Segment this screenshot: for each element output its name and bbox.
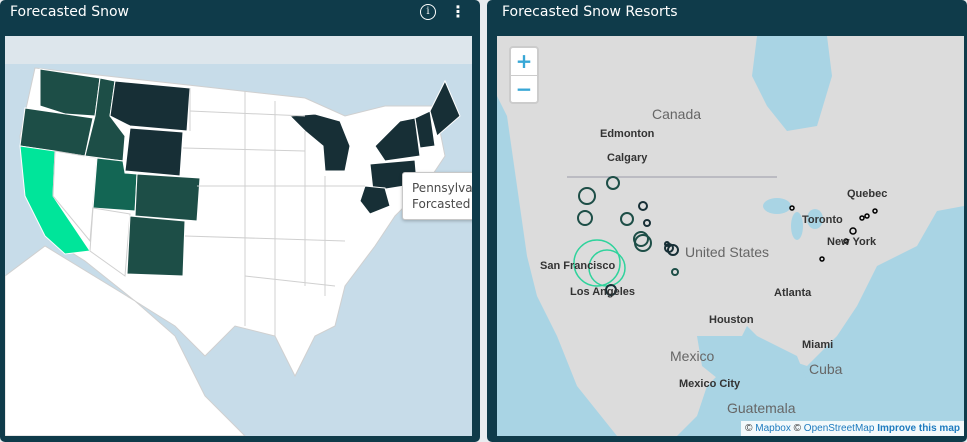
label-los-angeles: Los Angeles bbox=[570, 286, 635, 298]
lake-superior bbox=[763, 198, 791, 214]
label-san-francisco: San Francisco bbox=[540, 260, 616, 272]
zoom-in-button[interactable]: + bbox=[511, 48, 537, 76]
label-mexico-city: Mexico City bbox=[679, 378, 741, 390]
copyright-symbol: © bbox=[745, 423, 753, 434]
forecasted-snow-resorts-panel: Forecasted Snow Resorts Canada Edmonton … bbox=[487, 0, 967, 442]
improve-map-link[interactable]: Improve this map bbox=[877, 423, 960, 434]
panel-header-icons: i ⋮ bbox=[420, 4, 466, 20]
state-new-mexico bbox=[126, 215, 186, 277]
map-attribution: © Mapbox © OpenStreetMap Improve this ma… bbox=[741, 421, 964, 436]
label-united-states: United States bbox=[685, 244, 770, 260]
label-guatemala: Guatemala bbox=[727, 400, 796, 416]
forecasted-snow-panel: Forecasted Snow i ⋮ Pennsylva Forcasted bbox=[0, 0, 480, 442]
label-new-york: New York bbox=[827, 236, 877, 248]
canada-area bbox=[5, 36, 472, 64]
state-maine bbox=[429, 79, 461, 137]
us-states-map bbox=[5, 36, 472, 436]
panel-title: Forecasted Snow Resorts bbox=[502, 4, 678, 20]
info-icon[interactable]: i bbox=[420, 4, 436, 20]
label-atlanta: Atlanta bbox=[774, 287, 812, 299]
state-tooltip: Pennsylvania Forcasted Snow: 1 bbox=[402, 172, 472, 220]
label-cuba: Cuba bbox=[809, 361, 843, 377]
label-quebec: Quebec bbox=[847, 188, 888, 200]
panel-title: Forecasted Snow bbox=[10, 4, 129, 20]
openstreetmap-link[interactable]: OpenStreetMap bbox=[804, 423, 875, 434]
basemap bbox=[497, 36, 964, 436]
label-mexico: Mexico bbox=[670, 348, 715, 364]
mapbox-link[interactable]: Mapbox bbox=[755, 423, 791, 434]
label-miami: Miami bbox=[802, 339, 834, 351]
tooltip-state: Pennsylvania bbox=[412, 181, 472, 195]
more-vertical-icon[interactable]: ⋮ bbox=[450, 4, 466, 20]
label-calgary: Calgary bbox=[607, 152, 648, 164]
tooltip-label: Forcasted Snow: bbox=[412, 197, 472, 211]
zoom-control: + − bbox=[509, 46, 539, 104]
copyright-symbol: © bbox=[793, 423, 802, 434]
label-houston: Houston bbox=[709, 314, 754, 326]
zoom-out-button[interactable]: − bbox=[511, 76, 537, 103]
choropleth-map[interactable]: Pennsylvania Forcasted Snow: 1 bbox=[5, 36, 472, 436]
state-colorado bbox=[134, 173, 201, 222]
label-toronto: Toronto bbox=[802, 214, 843, 226]
state-wyoming bbox=[124, 127, 184, 177]
label-edmonton: Edmonton bbox=[600, 128, 655, 140]
resorts-map[interactable]: Canada Edmonton Calgary Quebec Toronto N… bbox=[497, 36, 964, 436]
label-canada: Canada bbox=[652, 106, 702, 122]
